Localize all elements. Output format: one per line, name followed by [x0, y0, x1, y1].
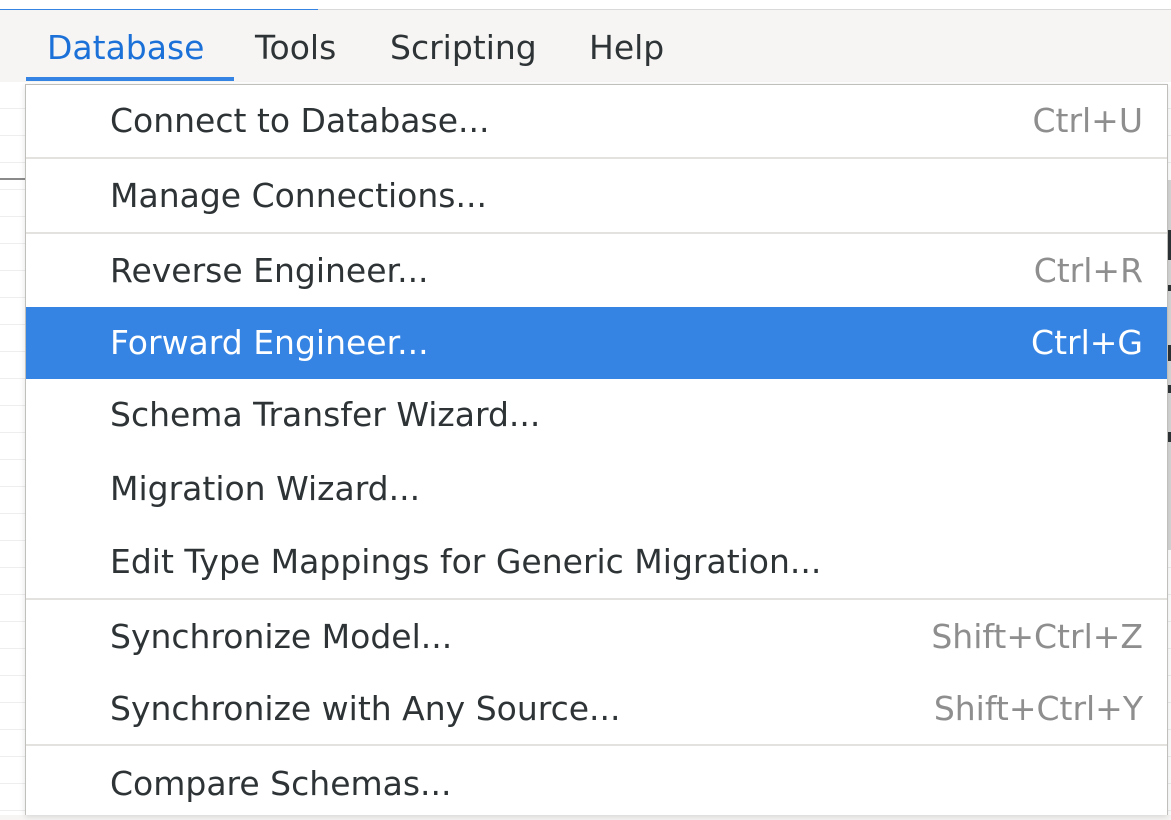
- menu-item-migration-wizard[interactable]: Migration Wizard...: [26, 453, 1167, 525]
- menu-item-label: Schema Transfer Wizard...: [110, 395, 541, 434]
- window-top-strip: [318, 0, 1171, 10]
- database-menu: Connect to Database... Ctrl+U Manage Con…: [25, 84, 1168, 815]
- menu-item-shortcut: Shift+Ctrl+Z: [931, 617, 1143, 656]
- menu-item-connect-to-database[interactable]: Connect to Database... Ctrl+U: [26, 85, 1167, 157]
- menu-item-schema-transfer-wizard[interactable]: Schema Transfer Wizard...: [26, 379, 1167, 451]
- menu-item-forward-engineer[interactable]: Forward Engineer... Ctrl+G: [26, 307, 1167, 379]
- menu-item-synchronize-with-any-source[interactable]: Synchronize with Any Source... Shift+Ctr…: [26, 673, 1167, 745]
- menubar: Database Tools Scripting Help: [0, 10, 1171, 82]
- menu-item-label: Compare Schemas...: [110, 764, 452, 803]
- menubar-scripting[interactable]: Scripting: [390, 10, 537, 82]
- menubar-tools[interactable]: Tools: [255, 10, 336, 82]
- menu-item-reverse-engineer[interactable]: Reverse Engineer... Ctrl+R: [26, 235, 1167, 307]
- menu-item-label: Reverse Engineer...: [110, 251, 429, 290]
- menu-separator: [26, 598, 1167, 600]
- menu-item-shortcut: Shift+Ctrl+Y: [933, 689, 1143, 728]
- menu-item-label: Edit Type Mappings for Generic Migration…: [110, 542, 822, 581]
- menu-item-shortcut: Ctrl+R: [1033, 251, 1143, 290]
- menu-item-shortcut: Ctrl+U: [1032, 101, 1143, 140]
- menubar-database[interactable]: Database: [47, 10, 204, 82]
- menu-item-label: Synchronize Model...: [110, 617, 453, 656]
- menu-item-label: Synchronize with Any Source...: [110, 689, 621, 728]
- menu-item-manage-connections[interactable]: Manage Connections...: [26, 160, 1167, 232]
- menubar-help[interactable]: Help: [589, 10, 664, 82]
- menu-item-label: Manage Connections...: [110, 176, 487, 215]
- menu-item-edit-type-mappings[interactable]: Edit Type Mappings for Generic Migration…: [26, 526, 1167, 598]
- window-top-accent: [0, 0, 318, 10]
- menu-item-compare-schemas[interactable]: Compare Schemas...: [26, 748, 1167, 820]
- menu-separator: [26, 744, 1167, 746]
- menu-item-shortcut: Ctrl+G: [1031, 323, 1143, 362]
- menu-item-label: Migration Wizard...: [110, 469, 421, 508]
- menu-item-synchronize-model[interactable]: Synchronize Model... Shift+Ctrl+Z: [26, 601, 1167, 673]
- background-divider: [0, 178, 28, 180]
- menu-item-label: Connect to Database...: [110, 101, 490, 140]
- menu-item-label: Forward Engineer...: [110, 323, 429, 362]
- menu-separator: [26, 232, 1167, 234]
- active-menu-indicator: [26, 77, 234, 81]
- menu-separator: [26, 157, 1167, 159]
